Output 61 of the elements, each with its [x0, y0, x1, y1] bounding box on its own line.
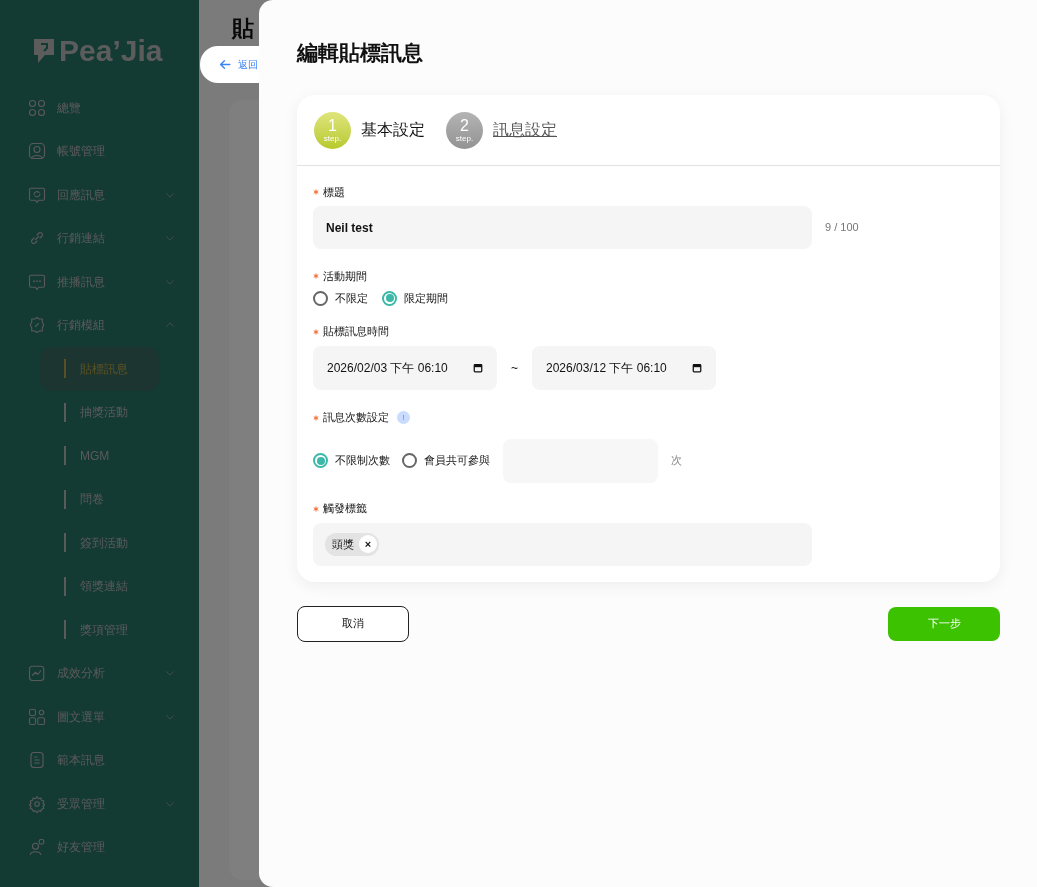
cancel-button[interactable]: 取消: [297, 605, 409, 642]
sidebar-item[interactable]: 推播訊息: [0, 260, 199, 304]
tag-label: 頭獎: [332, 536, 354, 552]
step-number-badge: 1 step.: [314, 111, 351, 149]
field-label: 標題: [323, 184, 345, 200]
page-title: 貼: [232, 15, 254, 43]
sidebar-item[interactable]: 總覽: [0, 86, 199, 130]
submenu-item[interactable]: 問卷: [40, 477, 159, 521]
remove-tag-button[interactable]: ×: [359, 535, 377, 553]
radio-button[interactable]: [402, 453, 417, 468]
radio-button[interactable]: [313, 453, 328, 468]
submenu-item[interactable]: 領獎連結: [40, 564, 159, 608]
sidebar-item[interactable]: 好友管理: [0, 825, 199, 869]
field-label: 活動期間: [323, 268, 367, 284]
radio-option[interactable]: 會員共可參與: [402, 452, 490, 469]
step-tab[interactable]: 2 step. 訊息設定: [446, 111, 557, 149]
radio-button[interactable]: [313, 290, 328, 306]
submenu-item[interactable]: 抽獎活動: [40, 390, 159, 434]
unit-label: 次: [671, 453, 682, 469]
submenu-item[interactable]: 簽到活動: [40, 521, 159, 565]
sidebar-item[interactable]: 行銷模組: [0, 303, 199, 347]
sidebar-item[interactable]: 行銷連結: [0, 216, 199, 260]
users-icon: [28, 838, 46, 857]
next-button[interactable]: 下一步: [888, 606, 1000, 641]
step-tab[interactable]: 1 step. 基本設定: [314, 111, 425, 149]
title-input-field[interactable]: Neil test: [313, 206, 812, 249]
range-separator: ~: [511, 359, 518, 377]
tag-input-field[interactable]: 頭獎 ×: [313, 522, 812, 566]
chart-icon: [28, 664, 46, 683]
calendar-icon: [692, 362, 702, 373]
sidebar-item[interactable]: 範本訊息: [0, 738, 199, 782]
submenu-item[interactable]: MGM: [40, 434, 159, 478]
radio-option[interactable]: 限定期間: [382, 290, 448, 307]
radio-option[interactable]: 不限定: [313, 290, 368, 307]
sidebar-item[interactable]: 受眾管理: [0, 782, 199, 826]
sidebar-item[interactable]: 帳號管理: [0, 129, 199, 173]
step-number-badge: 2 step.: [446, 111, 483, 149]
calendar-icon: [473, 362, 483, 373]
chat-icon: [28, 272, 46, 291]
user-icon: [28, 142, 46, 161]
field-label: 觸發標籤: [323, 501, 367, 517]
datetime-field[interactable]: 2026/03/12 下午 06:10: [532, 345, 716, 390]
badge-icon: [28, 316, 46, 335]
grid-icon: [28, 98, 46, 117]
radio-button[interactable]: [382, 290, 397, 306]
field-label: 訊息次數設定: [323, 410, 389, 426]
layout-icon: [28, 707, 46, 726]
chat-icon: [28, 185, 46, 204]
field-label: 貼標訊息時間: [323, 324, 389, 340]
sidebar-item[interactable]: 回應訊息: [0, 173, 199, 217]
speech-bubble-logo-icon: [33, 37, 55, 65]
drawer-title: 編輯貼標訊息: [297, 40, 424, 66]
sidebar-item[interactable]: 成效分析: [0, 651, 199, 695]
datetime-field[interactable]: 2026/02/03 下午 06:10: [313, 345, 497, 390]
info-icon[interactable]: !: [397, 411, 410, 424]
radio-option[interactable]: 不限制次數: [313, 452, 390, 469]
gear-icon: [28, 794, 46, 813]
document-icon: [28, 751, 46, 770]
character-counter: 9 / 100: [825, 220, 859, 236]
logo-text: Pea’Jia: [59, 36, 163, 66]
arrow-left-icon: [219, 58, 232, 71]
